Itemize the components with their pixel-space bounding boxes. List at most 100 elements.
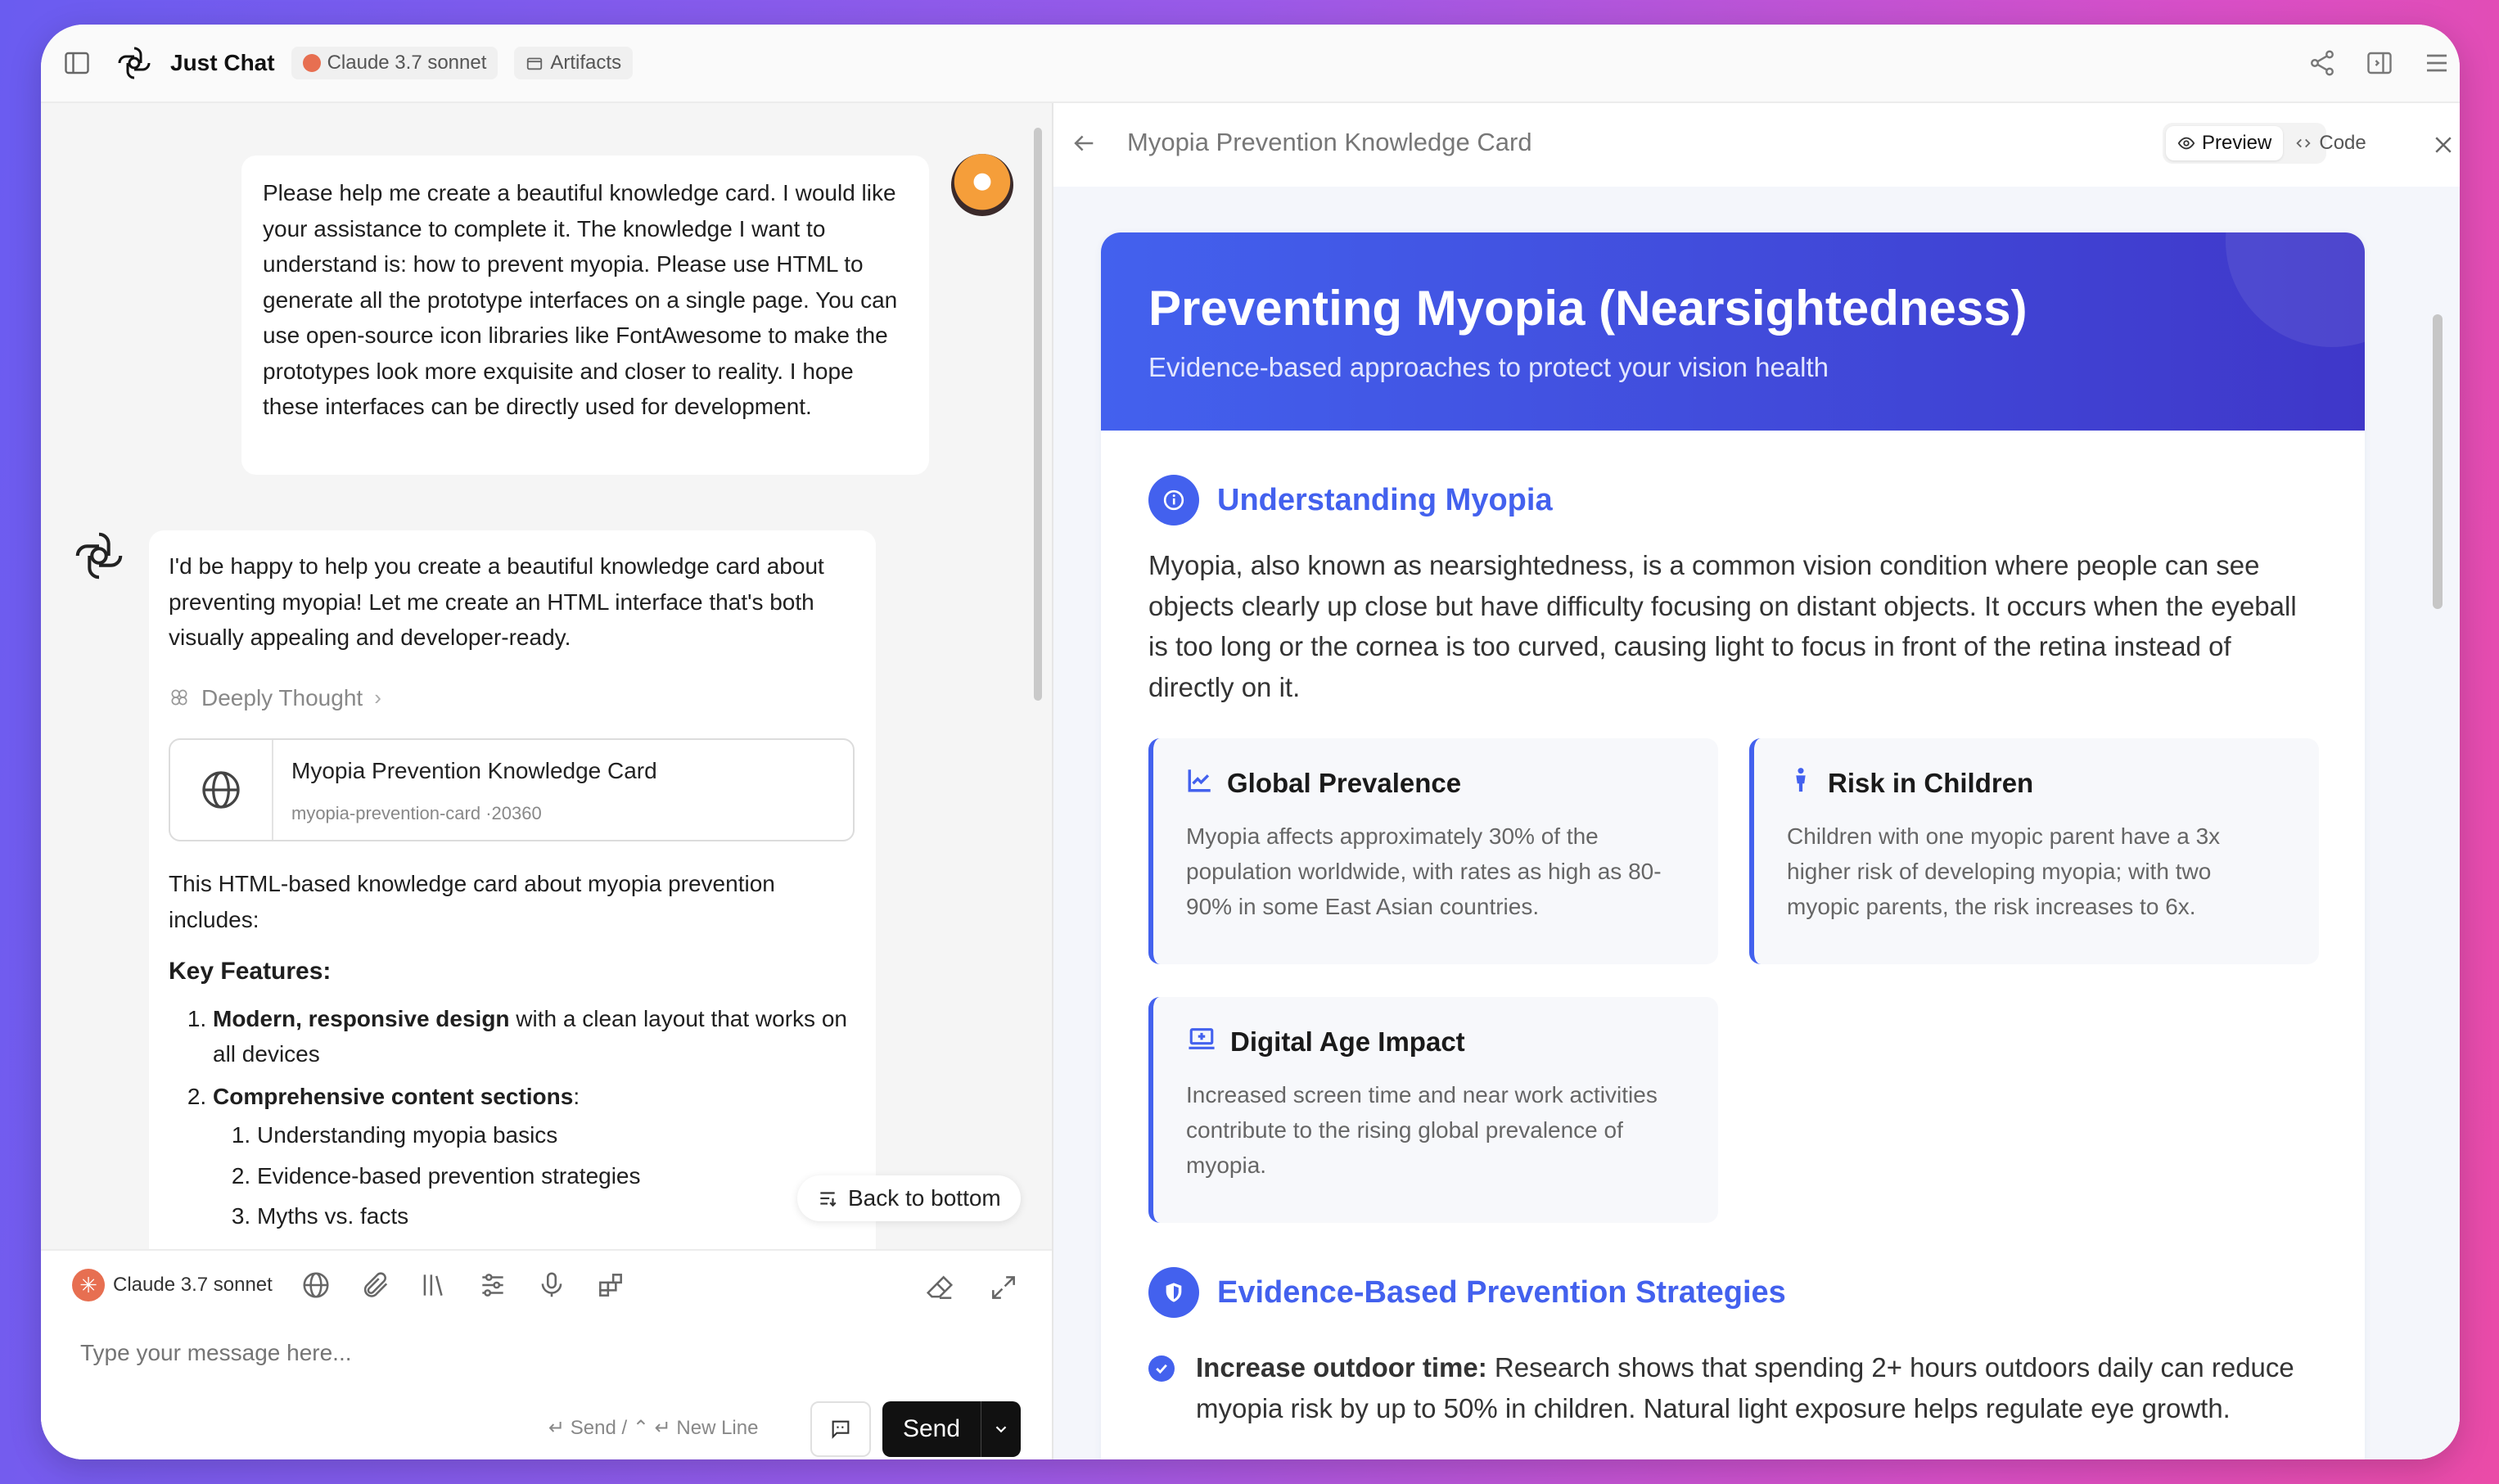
- artifacts-chip[interactable]: Artifacts: [514, 47, 634, 79]
- composer-model-label: Claude 3.7 sonnet: [113, 1274, 273, 1296]
- preview-title: Myopia Prevention Knowledge Card: [1127, 128, 1532, 156]
- card-body: Understanding Myopia Myopia, also known …: [1101, 431, 2365, 1428]
- scroll-down-icon: [820, 1192, 837, 1207]
- view-toggle: Preview Code: [2163, 123, 2366, 164]
- chart-line-icon: [1186, 766, 1214, 801]
- section-title: Understanding Myopia: [1217, 482, 1553, 517]
- app-title: Just Chat: [170, 50, 275, 75]
- composer: ✳ Claude 3.7 sonnet Type your message he…: [41, 1249, 1052, 1459]
- artifact-preview-pane: Myopia Prevention Knowledge Card Preview…: [1053, 103, 2460, 1459]
- user-message: Please help me create a beautiful knowle…: [241, 156, 929, 475]
- card-subtitle: Evidence-based approaches to protect you…: [1148, 352, 1829, 382]
- fact-title: Risk in Children: [1828, 768, 2034, 798]
- tab-code-label: Code: [2319, 132, 2366, 154]
- eraser-icon[interactable]: [924, 1272, 955, 1303]
- model-chip-label: Claude 3.7 sonnet: [327, 52, 487, 74]
- preview-header: Myopia Prevention Knowledge Card Preview…: [1053, 103, 2460, 185]
- list-item: Modern, responsive design with a clean l…: [213, 1001, 856, 1072]
- features-list: Modern, responsive design with a clean l…: [169, 1001, 856, 1234]
- claude-sparkle-icon: ✳: [72, 1269, 105, 1301]
- preview-scrollbar-thumb[interactable]: [2433, 314, 2443, 609]
- eye-icon: [2177, 137, 2195, 150]
- user-avatar: [951, 154, 1013, 216]
- folder-icon: [527, 57, 543, 70]
- assistant-paragraph: This HTML-based knowledge card about myo…: [169, 871, 775, 932]
- tab-code[interactable]: Code: [2283, 126, 2377, 160]
- assistant-avatar-icon: [70, 527, 128, 584]
- close-icon[interactable]: [2431, 133, 2456, 161]
- deeply-thought-toggle[interactable]: Deeply Thought ›: [169, 680, 856, 716]
- strategy-text: Increase outdoor time: Research shows th…: [1196, 1352, 2294, 1423]
- fact-text: Children with one myopic parent have a 3…: [1787, 823, 2221, 919]
- preview-canvas: Preventing Myopia (Nearsightedness) Evid…: [1053, 187, 2460, 1459]
- settings-sliders-icon[interactable]: [477, 1270, 508, 1301]
- share-icon[interactable]: [2307, 48, 2337, 78]
- back-to-bottom-label: Back to bottom: [848, 1185, 1001, 1211]
- artifact-subtitle: myopia-prevention-card ·20360: [291, 803, 542, 823]
- model-chip[interactable]: Claude 3.7 sonnet: [291, 47, 498, 79]
- fact-card: Digital Age Impact Increased screen time…: [1148, 997, 1718, 1223]
- deeply-thought-label: Deeply Thought: [201, 684, 363, 710]
- fact-title: Global Prevalence: [1227, 768, 1462, 798]
- quote-button[interactable]: [810, 1401, 871, 1457]
- brain-icon: [171, 689, 187, 706]
- list-item: Understanding myopia basics: [257, 1117, 856, 1153]
- card-title: Preventing Myopia (Nearsightedness): [1148, 281, 2028, 336]
- chat-scrollbar[interactable]: [1034, 120, 1042, 1233]
- shield-icon: [1148, 1267, 1199, 1318]
- claude-icon: [302, 54, 321, 72]
- code-icon: [2296, 138, 2311, 148]
- library-icon[interactable]: [418, 1270, 449, 1301]
- tab-preview-label: Preview: [2202, 132, 2272, 154]
- fact-text: Increased screen time and near work acti…: [1186, 1082, 1658, 1178]
- fact-card: Global Prevalence Myopia affects approxi…: [1148, 738, 1718, 964]
- expand-icon[interactable]: [988, 1272, 1019, 1303]
- panel-toggle-icon[interactable]: [2365, 48, 2394, 78]
- assistant-intro: I'd be happy to help you create a beauti…: [169, 553, 824, 650]
- chat-pane: Please help me create a beautiful knowle…: [41, 103, 1053, 1459]
- artifact-title: Myopia Prevention Knowledge Card: [291, 758, 657, 783]
- web-search-icon[interactable]: [300, 1270, 332, 1301]
- microphone-icon[interactable]: [536, 1270, 567, 1301]
- fact-grid: Global Prevalence Myopia affects approxi…: [1148, 738, 2319, 1223]
- fact-text: Myopia affects approximately 30% of the …: [1186, 823, 1662, 919]
- list-item: Comprehensive content sections: Understa…: [213, 1079, 856, 1234]
- artifact-card[interactable]: Myopia Prevention Knowledge Card myopia-…: [169, 738, 855, 841]
- sidebar-toggle-icon[interactable]: [62, 48, 92, 78]
- laptop-icon: [1186, 1025, 1217, 1059]
- list-item: Myths vs. facts: [257, 1198, 856, 1234]
- strategy-item: Increase outdoor time: Research shows th…: [1148, 1347, 2317, 1428]
- key-features-heading: Key Features:: [169, 958, 332, 985]
- send-group: Send: [882, 1401, 1021, 1457]
- send-button[interactable]: Send: [882, 1401, 981, 1457]
- chevron-right-icon: ›: [374, 684, 381, 710]
- message-quote-icon: [832, 1420, 850, 1439]
- subfeatures-list: Understanding myopia basics Evidence-bas…: [213, 1117, 856, 1234]
- back-to-bottom-button[interactable]: Back to bottom: [797, 1175, 1021, 1221]
- preview-scrollbar[interactable]: [2431, 293, 2443, 1459]
- check-circle-icon: [1148, 1355, 1175, 1382]
- composer-model-selector[interactable]: ✳ Claude 3.7 sonnet: [72, 1269, 273, 1301]
- section-understanding: Understanding Myopia: [1148, 475, 2317, 525]
- child-icon: [1787, 766, 1815, 801]
- top-bar: Just Chat Claude 3.7 sonnet Artifacts: [41, 25, 2460, 103]
- section-title: Evidence-Based Prevention Strategies: [1217, 1274, 1786, 1310]
- fact-card: Risk in Children Children with one myopi…: [1749, 738, 2319, 964]
- list-item: Evidence-based prevention strategies: [257, 1158, 856, 1194]
- send-hint: ↵ Send / ⌃ ↵ New Line: [548, 1417, 759, 1439]
- attachment-icon[interactable]: [359, 1270, 390, 1301]
- section-prevention: Evidence-Based Prevention Strategies: [1148, 1267, 2317, 1318]
- message-input[interactable]: [79, 1339, 982, 1367]
- chat-scrollbar-thumb[interactable]: [1034, 128, 1042, 701]
- section-paragraph: Myopia, also known as nearsightedness, i…: [1148, 550, 2297, 702]
- artifacts-chip-label: Artifacts: [550, 52, 622, 74]
- globe-icon: [170, 740, 273, 840]
- card-header: Preventing Myopia (Nearsightedness) Evid…: [1101, 232, 2365, 431]
- plugins-icon[interactable]: [595, 1270, 626, 1301]
- knowledge-card: Preventing Myopia (Nearsightedness) Evid…: [1101, 232, 2365, 1459]
- app-window: Just Chat Claude 3.7 sonnet Artifacts Pl…: [41, 25, 2460, 1459]
- menu-icon[interactable]: [2422, 48, 2452, 78]
- back-arrow-icon[interactable]: [1070, 129, 1098, 161]
- tab-preview[interactable]: Preview: [2166, 126, 2284, 160]
- send-options-chevron-icon[interactable]: [981, 1401, 1021, 1457]
